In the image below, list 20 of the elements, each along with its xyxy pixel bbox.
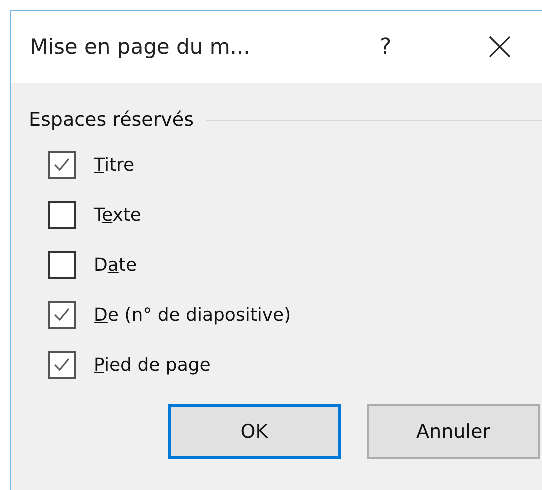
checkbox-label[interactable]: De (n° de diapositive) bbox=[94, 304, 292, 326]
dialog-button[interactable]: OK bbox=[168, 404, 341, 459]
close-button[interactable] bbox=[488, 35, 512, 59]
checkbox[interactable] bbox=[48, 351, 76, 379]
checkbox-label[interactable]: Date bbox=[94, 254, 138, 276]
window-title: Mise en page du m... bbox=[30, 35, 252, 59]
group-label: Espaces réservés bbox=[29, 109, 194, 131]
help-button[interactable]: ? bbox=[380, 34, 392, 60]
check-icon bbox=[54, 158, 70, 172]
checkbox-label[interactable]: Titre bbox=[94, 154, 135, 176]
close-icon bbox=[488, 35, 512, 59]
check-icon bbox=[54, 308, 70, 322]
checkbox[interactable] bbox=[48, 201, 76, 229]
checkbox-label[interactable]: Texte bbox=[94, 204, 142, 226]
checkbox[interactable] bbox=[48, 251, 76, 279]
check-icon bbox=[54, 358, 70, 372]
dialog-button[interactable]: Annuler bbox=[367, 404, 540, 459]
checkbox-label[interactable]: Pied de page bbox=[94, 354, 211, 376]
checkbox[interactable] bbox=[48, 301, 76, 329]
checkbox[interactable] bbox=[48, 151, 76, 179]
